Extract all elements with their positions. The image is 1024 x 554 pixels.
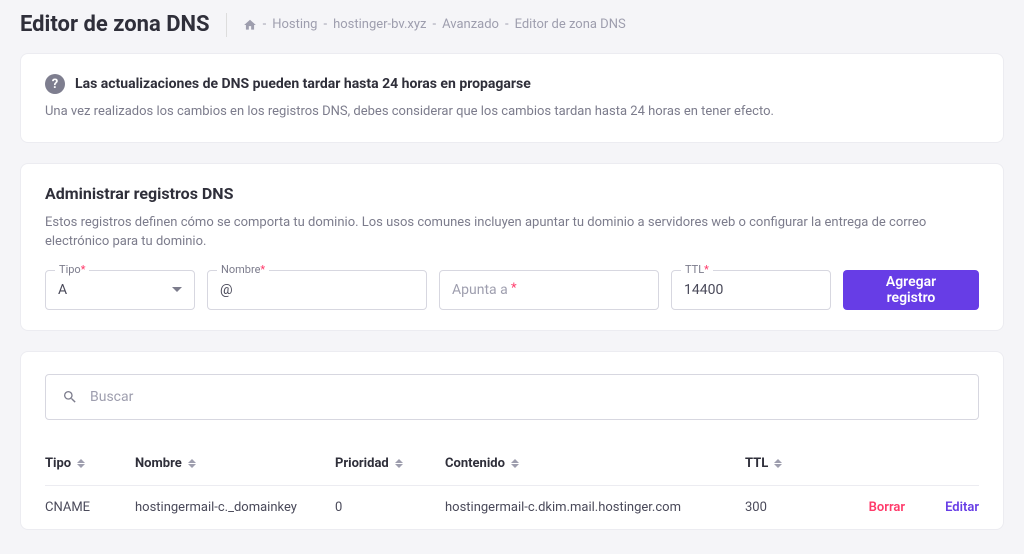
chevron-down-icon [172,287,182,292]
records-table: Tipo Nombre Prioridad Contenido TTL CNAM… [45,442,979,529]
breadcrumb-sep: - [263,17,267,32]
breadcrumb-item[interactable]: hostinger-bv.xyz [333,17,426,32]
sort-icon [511,459,519,468]
home-icon[interactable] [243,18,257,32]
breadcrumb: - Hosting - hostinger-bv.xyz - Avanzado … [243,17,626,32]
page-header: Editor de zona DNS - Hosting - hostinger… [20,12,1004,37]
add-record-button[interactable]: Agregar registro [843,270,979,310]
type-label: Tipo* [55,263,89,276]
col-contenido[interactable]: Contenido [445,456,745,471]
breadcrumb-item[interactable]: Hosting [272,17,317,32]
alert-card: ? Las actualizaciones de DNS pueden tard… [20,53,1004,143]
type-select[interactable]: A [45,270,195,310]
cell-prioridad: 0 [335,500,445,515]
ttl-input[interactable] [671,270,831,310]
sort-icon [774,459,782,468]
add-record-form: Tipo* A Nombre* * TTL* Agregar registro [45,270,979,310]
type-field-wrap: Tipo* A [45,270,195,310]
cell-tipo: CNAME [45,500,135,515]
name-label: Nombre* [217,263,269,276]
points-input[interactable] [439,270,659,310]
manage-title: Administrar registros DNS [45,184,979,203]
name-input[interactable] [207,270,427,310]
breadcrumb-item[interactable]: Avanzado [442,17,499,32]
alert-text: Una vez realizados los cambios en los re… [45,102,979,122]
name-field-wrap: Nombre* [207,270,427,310]
alert-title: Las actualizaciones de DNS pueden tardar… [75,76,531,92]
search-wrap [45,374,979,420]
cell-nombre: hostingermail-c._domainkey [135,500,335,515]
edit-link[interactable]: Editar [945,500,979,515]
col-ttl[interactable]: TTL [745,456,835,471]
sort-icon [188,459,196,468]
breadcrumb-sep: - [323,17,327,32]
manage-subtitle: Estos registros definen cómo se comporta… [45,213,979,252]
question-icon: ? [45,74,65,94]
col-prioridad[interactable]: Prioridad [335,456,445,471]
header-divider [226,13,227,37]
breadcrumb-sep: - [505,17,509,32]
manage-card: Administrar registros DNS Estos registro… [20,163,1004,331]
sort-icon [77,459,85,468]
col-nombre[interactable]: Nombre [135,456,335,471]
table-row: CNAME hostingermail-c._domainkey 0 hosti… [45,486,979,529]
table-header: Tipo Nombre Prioridad Contenido TTL [45,442,979,486]
points-field-wrap: * [439,270,659,310]
delete-link[interactable]: Borrar [869,500,905,515]
cell-contenido: hostingermail-c.dkim.mail.hostinger.com [445,500,745,515]
breadcrumb-item: Editor de zona DNS [515,17,626,32]
col-tipo[interactable]: Tipo [45,456,135,471]
ttl-field-wrap: TTL* [671,270,831,310]
records-card: Tipo Nombre Prioridad Contenido TTL CNAM… [20,351,1004,530]
breadcrumb-sep: - [432,17,436,32]
page-title: Editor de zona DNS [20,12,210,37]
cell-ttl: 300 [745,500,835,515]
ttl-label: TTL* [681,263,713,276]
sort-icon [395,459,403,468]
search-icon [62,389,78,405]
type-value: A [58,282,67,298]
search-input[interactable] [90,389,962,405]
